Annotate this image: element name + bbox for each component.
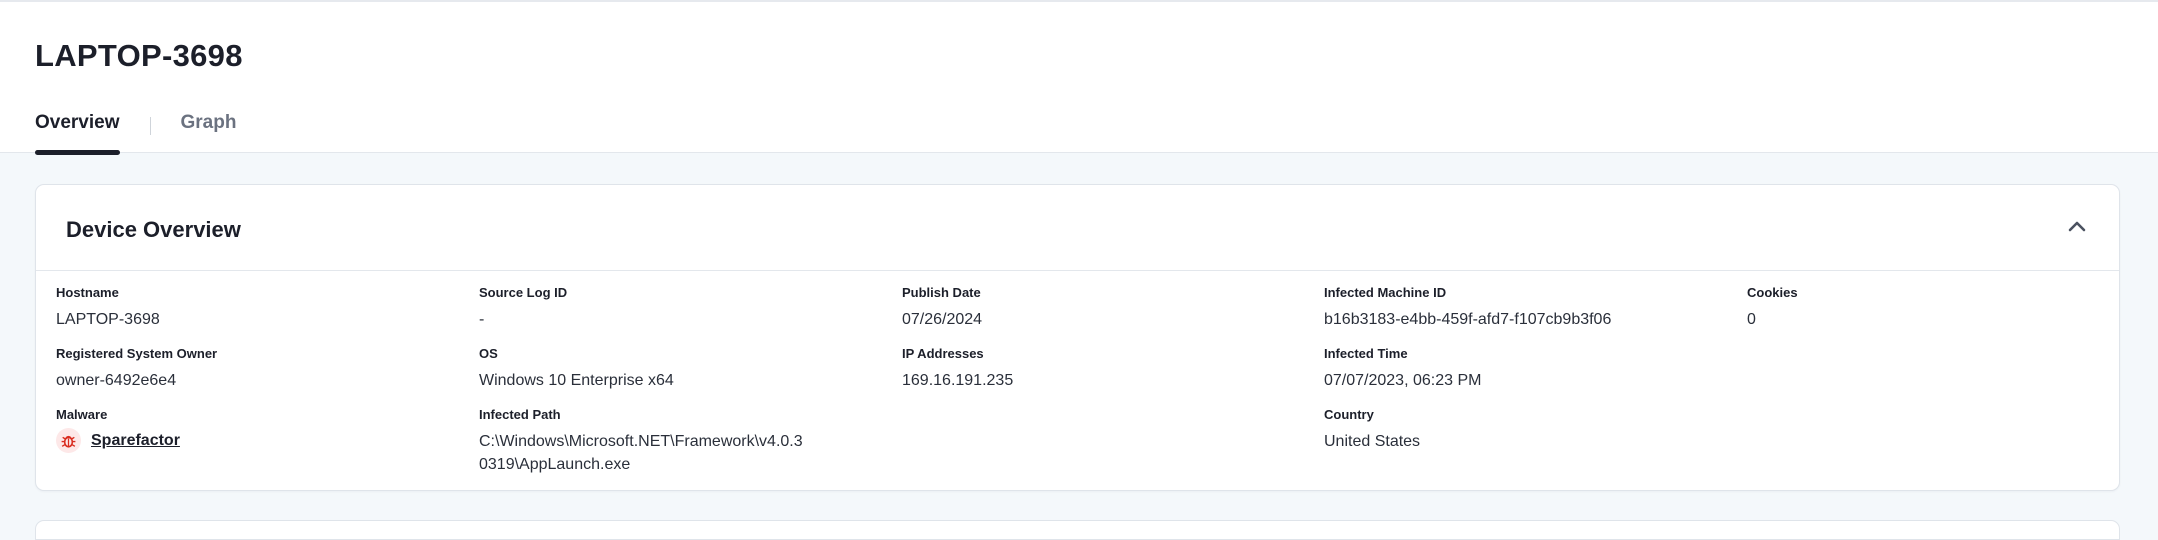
chevron-up-icon <box>2068 221 2086 232</box>
field-cookies: Cookies 0 <box>1747 285 1798 331</box>
malware-name-link[interactable]: Sparefactor <box>91 432 180 450</box>
field-source-log-id: Source Log ID - <box>479 285 567 331</box>
field-label: Cookies <box>1747 285 1798 300</box>
publish-date-value: 07/26/2024 <box>902 311 983 328</box>
tab-bar: Overview Graph <box>35 112 236 155</box>
field-infected-path: Infected Path C:\Windows\Microsoft.NET\F… <box>479 407 803 476</box>
field-publish-date: Publish Date 07/26/2024 <box>902 285 982 331</box>
field-label: Hostname <box>56 285 119 300</box>
field-label: Infected Path <box>479 407 561 422</box>
card-header: Device Overview <box>36 185 2119 271</box>
card-title: Device Overview <box>66 217 241 242</box>
source-log-id-value: - <box>479 311 485 328</box>
field-label: Registered System Owner <box>56 346 218 361</box>
collapse-button[interactable] <box>2065 214 2089 238</box>
field-infected-machine-id: Infected Machine ID b16b3183-e4bb-459f-a… <box>1324 285 1611 331</box>
country-value: United States <box>1324 433 1421 450</box>
field-label: Infected Machine ID <box>1324 285 1447 300</box>
tab-divider <box>149 117 151 135</box>
page-title: LAPTOP-3698 <box>35 38 243 73</box>
malware-link[interactable]: Sparefactor <box>56 428 180 453</box>
bug-icon <box>56 428 81 453</box>
field-label: OS <box>479 346 498 361</box>
os-value: Windows 10 Enterprise x64 <box>479 372 674 389</box>
field-label: Publish Date <box>902 285 981 300</box>
field-label: Infected Time <box>1324 346 1408 361</box>
infected-machine-id-value: b16b3183-e4bb-459f-afd7-f107cb9b3f06 <box>1324 311 1612 328</box>
device-overview-card: Device Overview Hostname LAPTOP-3698 Sou… <box>35 184 2120 491</box>
field-ip-addresses: IP Addresses 169.16.191.235 <box>902 346 1013 392</box>
field-label: IP Addresses <box>902 346 984 361</box>
ip-addresses-value: 169.16.191.235 <box>902 372 1014 389</box>
field-country: Country United States <box>1324 407 1420 453</box>
tab-overview[interactable]: Overview <box>35 112 120 155</box>
field-registered-owner: Registered System Owner owner-6492e6e4 <box>56 346 217 392</box>
field-os: OS Windows 10 Enterprise x64 <box>479 346 674 392</box>
field-infected-time: Infected Time 07/07/2023, 06:23 PM <box>1324 346 1481 392</box>
device-header: LAPTOP-3698 Overview Graph <box>0 0 2158 155</box>
infected-path-line-1: C:\Windows\Microsoft.NET\Framework\v4.0.… <box>479 433 803 450</box>
infected-path-line-2: 0319\AppLaunch.exe <box>479 456 631 473</box>
hostname-value: LAPTOP-3698 <box>56 311 160 328</box>
tab-graph[interactable]: Graph <box>181 112 237 155</box>
infected-time-value: 07/07/2023, 06:23 PM <box>1324 372 1482 389</box>
registered-owner-value: owner-6492e6e4 <box>56 372 177 389</box>
next-section-card <box>35 520 2120 540</box>
field-label: Source Log ID <box>479 285 568 300</box>
cookies-value: 0 <box>1747 311 1756 328</box>
field-label: Country <box>1324 407 1374 422</box>
field-hostname: Hostname LAPTOP-3698 <box>56 285 160 331</box>
field-label: Malware <box>56 407 108 422</box>
field-malware: Malware Sparefactor <box>56 407 180 453</box>
